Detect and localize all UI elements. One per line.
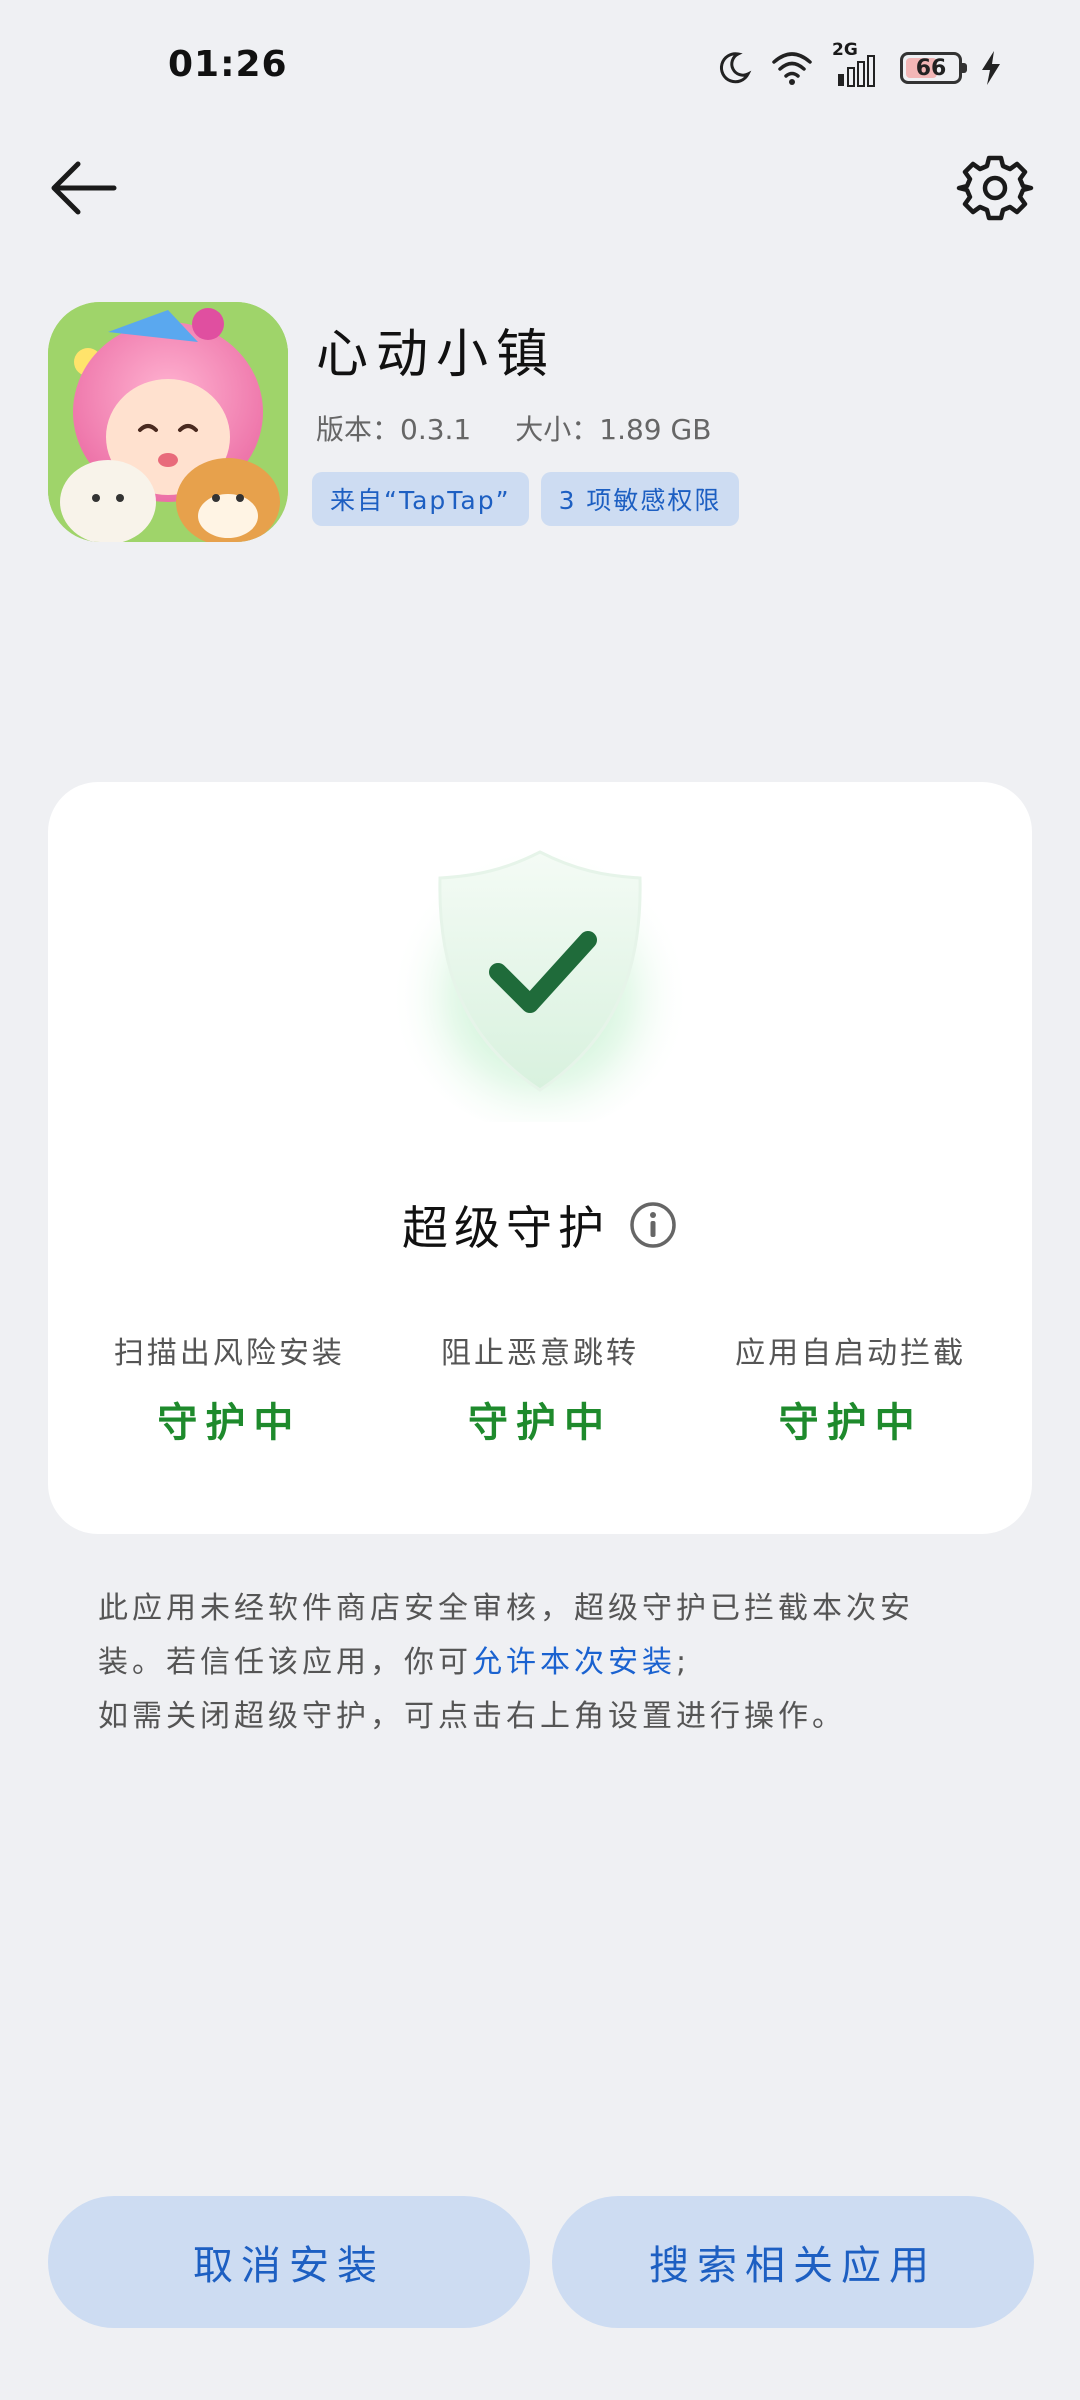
description-text: 此应用未经软件商店安全审核，超级守护已拦截本次安 装。若信任该应用，你可允许本次…	[98, 1582, 978, 1744]
feature-status: 守护中	[157, 1399, 302, 1446]
app-icon	[48, 302, 288, 542]
description-line-3: 如需关闭超级守护，可点击右上角设置进行操作。	[98, 1699, 846, 1734]
back-button[interactable]	[40, 148, 130, 228]
gear-icon	[956, 155, 1034, 221]
app-chips: 来自“TapTap” 3 项敏感权限	[312, 472, 740, 526]
app-size: 大小：1.89 GB	[515, 413, 712, 446]
cellular-signal-icon: 2G	[832, 40, 882, 90]
feature-risk-scan: 扫描出风险安装 守护中	[79, 1328, 379, 1448]
app-name: 心动小镇	[316, 325, 557, 385]
description-line-1: 此应用未经软件商店安全审核，超级守护已拦截本次安	[98, 1591, 914, 1626]
cancel-install-button[interactable]: 取消安装	[48, 2196, 530, 2328]
feature-block-redirect: 阻止恶意跳转 守护中	[390, 1328, 690, 1448]
battery-indicator: 66	[900, 52, 967, 84]
feature-label: 应用自启动拦截	[735, 1336, 967, 1371]
status-icons: 2G 66	[716, 40, 1002, 90]
allow-install-link[interactable]: 允许本次安装	[472, 1645, 676, 1680]
shield-check-icon	[390, 822, 690, 1132]
feature-label: 阻止恶意跳转	[440, 1336, 639, 1371]
protection-title-row: 超级守护	[48, 1192, 1032, 1258]
description-line-2-suffix: ;	[676, 1645, 691, 1680]
settings-button[interactable]	[950, 148, 1040, 228]
app-meta: 版本：0.3.1 大小：1.89 GB	[316, 408, 711, 448]
moon-icon	[716, 50, 752, 86]
status-bar: 01:26 2G 66	[0, 0, 1080, 140]
charging-icon	[980, 51, 1002, 85]
description-line-2: 装。若信任该应用，你可允许本次安装;	[98, 1636, 978, 1690]
protection-features: 扫描出风险安装 守护中 阻止恶意跳转 守护中 应用自启动拦截 守护中	[48, 1328, 1032, 1448]
app-version: 版本：0.3.1	[316, 413, 472, 446]
feature-label: 扫描出风险安装	[113, 1336, 345, 1371]
feature-autostart-block: 应用自启动拦截 守护中	[701, 1328, 1001, 1448]
feature-status: 守护中	[467, 1399, 612, 1446]
back-arrow-icon	[51, 161, 117, 215]
permissions-chip[interactable]: 3 项敏感权限	[540, 472, 740, 526]
source-chip[interactable]: 来自“TapTap”	[312, 472, 529, 526]
protection-title: 超级守护	[402, 1201, 610, 1255]
feature-status: 守护中	[778, 1399, 923, 1446]
wifi-icon	[770, 50, 814, 86]
info-icon[interactable]	[628, 1200, 678, 1250]
protection-card: 超级守护 扫描出风险安装 守护中 阻止恶意跳转 守护中 应用自启动拦截 守护中	[48, 782, 1032, 1534]
description-line-2-text: 装。若信任该应用，你可	[98, 1645, 472, 1680]
battery-level: 66	[915, 55, 947, 81]
search-related-apps-button[interactable]: 搜索相关应用	[552, 2196, 1034, 2328]
status-time: 01:26	[168, 44, 288, 85]
